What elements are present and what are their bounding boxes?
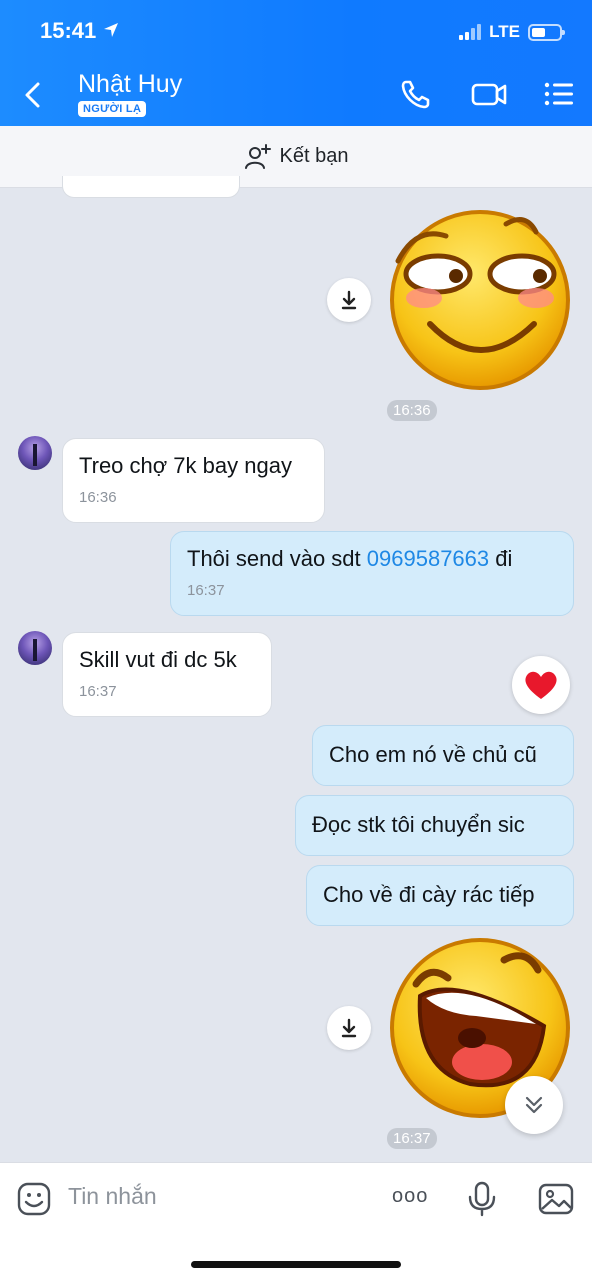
home-indicator <box>191 1261 401 1268</box>
more-button[interactable]: ooo <box>392 1185 432 1221</box>
incoming-message[interactable]: Skill vut đi dc 5k 16:37 <box>62 632 272 717</box>
voice-button[interactable] <box>464 1181 500 1217</box>
message-text: Cho em nó về chủ cũ <box>329 742 537 767</box>
status-time: 15:41 <box>40 18 97 43</box>
phone-number-link[interactable]: 0969587663 <box>367 546 489 571</box>
location-arrow-icon <box>102 21 120 44</box>
video-call-button[interactable] <box>470 76 507 112</box>
download-button[interactable] <box>327 278 371 322</box>
network-label: LTE <box>489 22 520 41</box>
contact-name[interactable]: Nhật Huy <box>78 70 182 99</box>
microphone-icon <box>468 1181 496 1217</box>
outgoing-message[interactable]: Cho về đi cày rác tiếp <box>306 865 574 926</box>
download-icon <box>341 1018 357 1038</box>
heart-icon <box>525 671 557 699</box>
previous-message-bubble[interactable] <box>62 176 240 198</box>
add-user-icon <box>244 143 271 169</box>
message-text: Skill vut đi dc 5k <box>79 647 237 672</box>
outgoing-message[interactable]: Thôi send vào sdt 0969587663 đi 16:37 <box>170 531 574 616</box>
add-friend-label: Kết bạn <box>279 145 349 167</box>
outgoing-message[interactable]: Cho em nó về chủ cũ <box>312 725 574 786</box>
message-input[interactable]: Tin nhắn <box>68 1183 157 1210</box>
image-button[interactable] <box>538 1181 574 1217</box>
outgoing-message[interactable]: Đọc stk tôi chuyển sic <box>295 795 574 856</box>
emoji-icon <box>17 1182 51 1216</box>
call-button[interactable] <box>398 76 434 112</box>
message-text: Đọc stk tôi chuyển sic <box>312 812 525 837</box>
image-icon <box>538 1183 574 1215</box>
message-time: 16:36 <box>79 489 117 506</box>
smirk-emoji-sticker[interactable] <box>386 206 574 394</box>
back-button[interactable] <box>18 78 48 112</box>
chat-header: 15:41 LTE Nhật Huy NGƯỜI LẠ <box>0 0 592 126</box>
heart-reaction-button[interactable] <box>512 656 570 714</box>
menu-icon <box>544 82 573 106</box>
avatar[interactable] <box>18 631 52 665</box>
message-timestamp: 16:36 <box>387 400 437 421</box>
message-time: 16:37 <box>187 582 225 599</box>
download-icon <box>341 290 357 310</box>
message-text: Treo chợ 7k bay ngay <box>79 453 292 478</box>
incoming-message[interactable]: Treo chợ 7k bay ngay 16:36 <box>62 438 325 523</box>
chevron-left-icon <box>25 82 40 108</box>
status-icons: LTE <box>459 22 565 42</box>
message-time: 16:37 <box>79 683 117 700</box>
battery-icon <box>528 23 565 41</box>
message-text: Cho về đi cày rác tiếp <box>323 882 535 907</box>
message-text-before: Thôi send vào sdt <box>187 546 367 571</box>
stranger-badge: NGƯỜI LẠ <box>78 101 147 117</box>
message-timestamp: 16:37 <box>387 1128 437 1149</box>
chevron-double-down-icon <box>525 1096 543 1114</box>
avatar[interactable] <box>18 436 52 470</box>
scroll-to-bottom-button[interactable] <box>505 1076 563 1134</box>
message-text-after: đi <box>489 546 513 571</box>
download-button[interactable] <box>327 1006 371 1050</box>
video-icon <box>471 83 507 106</box>
menu-button[interactable] <box>542 76 578 112</box>
emoji-button[interactable] <box>16 1181 52 1217</box>
signal-icon <box>459 24 482 40</box>
phone-icon <box>401 80 430 109</box>
status-bar: 15:41 LTE <box>40 18 565 48</box>
